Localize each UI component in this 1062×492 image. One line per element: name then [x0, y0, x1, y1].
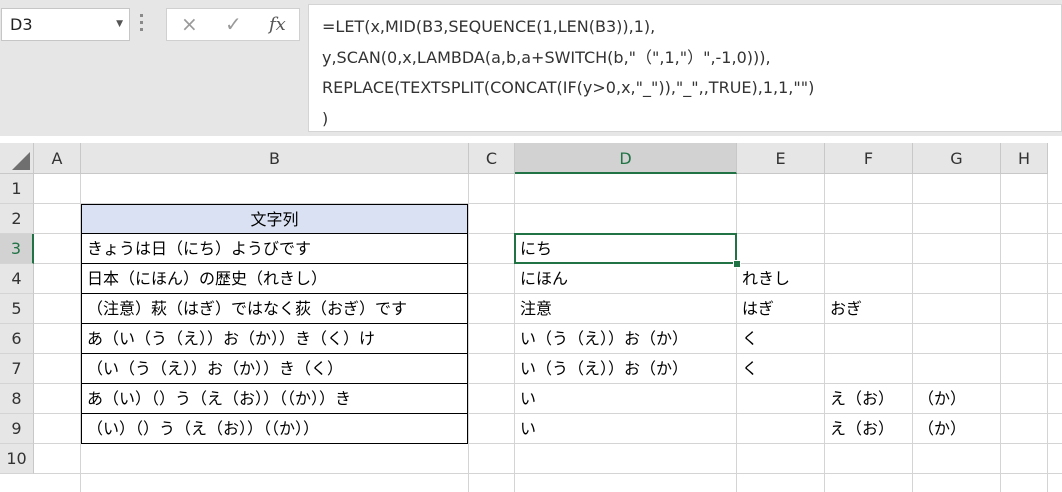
- insert-function-icon[interactable]: fx: [269, 9, 286, 40]
- cell-b6[interactable]: あ（い（う（え））お（か））き（く）け: [81, 324, 468, 354]
- more-options-icon[interactable]: [140, 14, 144, 32]
- row-header-2[interactable]: 2: [0, 204, 34, 234]
- formula-line: =LET(x,MID(B3,SEQUENCE(1,LEN(B3)),1),: [322, 17, 656, 36]
- gridline: [1000, 174, 1001, 492]
- column-header-c[interactable]: C: [469, 143, 515, 174]
- cell-b3[interactable]: きょうは日（にち）ようびです: [81, 234, 468, 264]
- cell-d8[interactable]: い: [515, 384, 777, 414]
- column-header-d[interactable]: D: [515, 143, 737, 174]
- gridline: [912, 174, 913, 492]
- cell-g9[interactable]: （か）: [913, 414, 1031, 444]
- row-header-8[interactable]: 8: [0, 384, 34, 414]
- cell-b7[interactable]: （い（う（え））お（か））き（く）: [81, 354, 468, 384]
- cell-g8[interactable]: （か）: [913, 384, 1031, 414]
- column-header-f[interactable]: F: [825, 143, 913, 174]
- cell-b8[interactable]: あ（い）（）う（え（お））（（か））き: [81, 384, 468, 414]
- enter-icon[interactable]: ✓: [225, 9, 242, 40]
- cancel-icon[interactable]: ×: [181, 9, 198, 40]
- gridline: [1047, 174, 1048, 492]
- select-all-icon: [12, 152, 30, 170]
- row-header-5[interactable]: 5: [0, 294, 34, 324]
- formula-buttons: × ✓ fx: [166, 8, 300, 41]
- fill-handle[interactable]: [733, 260, 741, 268]
- row-header-9[interactable]: 9: [0, 414, 34, 444]
- column-header-b[interactable]: B: [81, 143, 469, 174]
- select-all-button[interactable]: [0, 143, 34, 174]
- name-box[interactable]: D3 ▼: [1, 8, 130, 41]
- cell-e4[interactable]: れきし: [737, 264, 855, 294]
- formula-input[interactable]: =LET(x,MID(B3,SEQUENCE(1,LEN(B3)),1), y,…: [308, 4, 1062, 132]
- column-header-a[interactable]: A: [34, 143, 81, 174]
- formula-bar-area: D3 ▼ × ✓ fx =LET(x,MID(B3,SEQUENCE(1,LEN…: [0, 0, 1062, 136]
- row-header-1[interactable]: 1: [0, 174, 34, 204]
- row-header-4[interactable]: 4: [0, 264, 34, 294]
- formula-line: ): [322, 108, 329, 128]
- row-header-10[interactable]: 10: [0, 444, 34, 474]
- cell-e7[interactable]: く: [737, 354, 855, 384]
- cell-e6[interactable]: く: [737, 324, 855, 354]
- name-box-value: D3: [10, 15, 33, 34]
- cell-b5[interactable]: （注意）萩（はぎ）ではなく荻（おぎ）です: [81, 294, 468, 324]
- column-header-h[interactable]: H: [1001, 143, 1048, 174]
- active-cell-border: [514, 233, 737, 264]
- column-header-e[interactable]: E: [737, 143, 825, 174]
- formula-line: REPLACE(TEXTSPLIT(CONCAT(IF(y>0,x,"_")),…: [322, 78, 815, 97]
- gridline: [34, 473, 1062, 474]
- chevron-down-icon[interactable]: ▼: [116, 9, 123, 40]
- cell-b9[interactable]: （い）（）う（え（お））（（か））: [81, 414, 468, 444]
- cell-d9[interactable]: い: [515, 414, 777, 444]
- row-header-6[interactable]: 6: [0, 324, 34, 354]
- cell-b4[interactable]: 日本（にほん）の歴史（れきし）: [81, 264, 468, 294]
- cell-b2[interactable]: 文字列: [81, 204, 468, 234]
- row-header-7[interactable]: 7: [0, 354, 34, 384]
- formula-line: y,SCAN(0,x,LAMBDA(a,b,a+SWITCH(b,"（",1,"…: [322, 47, 771, 67]
- gridline: [468, 174, 469, 492]
- worksheet-grid[interactable]: A B C D E F G H 1 2 3 4 5 6 7 8 9 10 文字列 きょうは日（にち）ようびです 日本（に…: [0, 143, 1062, 492]
- column-header-g[interactable]: G: [913, 143, 1001, 174]
- cell-f5[interactable]: おぎ: [825, 294, 943, 324]
- row-header-3[interactable]: 3: [0, 234, 34, 264]
